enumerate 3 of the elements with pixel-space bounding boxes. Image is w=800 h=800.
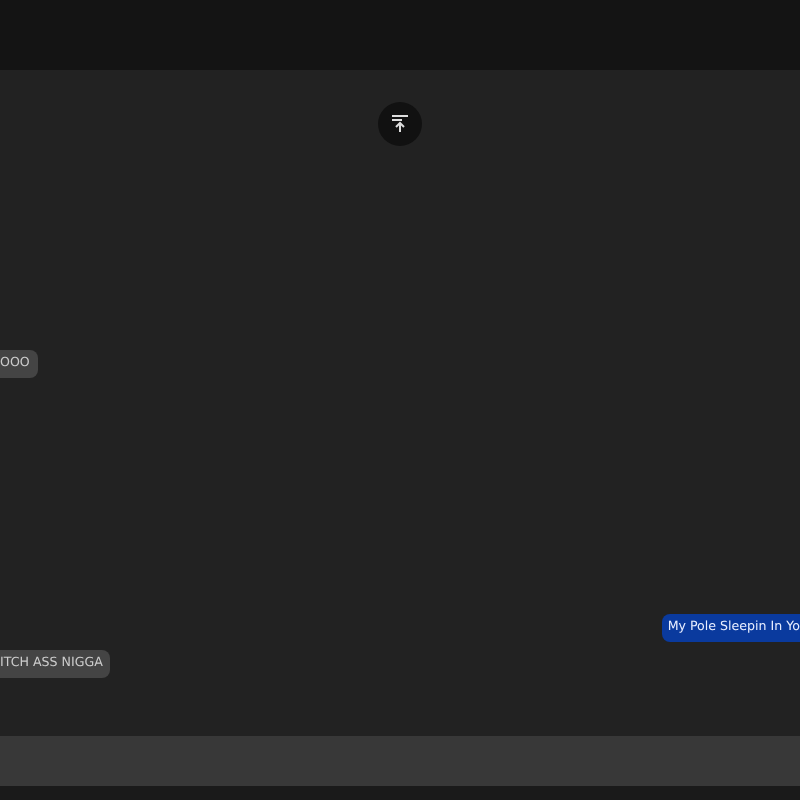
scroll-to-top-button[interactable] — [378, 102, 422, 146]
scroll-top-icon — [390, 114, 410, 134]
message-input-field[interactable] — [0, 736, 800, 786]
